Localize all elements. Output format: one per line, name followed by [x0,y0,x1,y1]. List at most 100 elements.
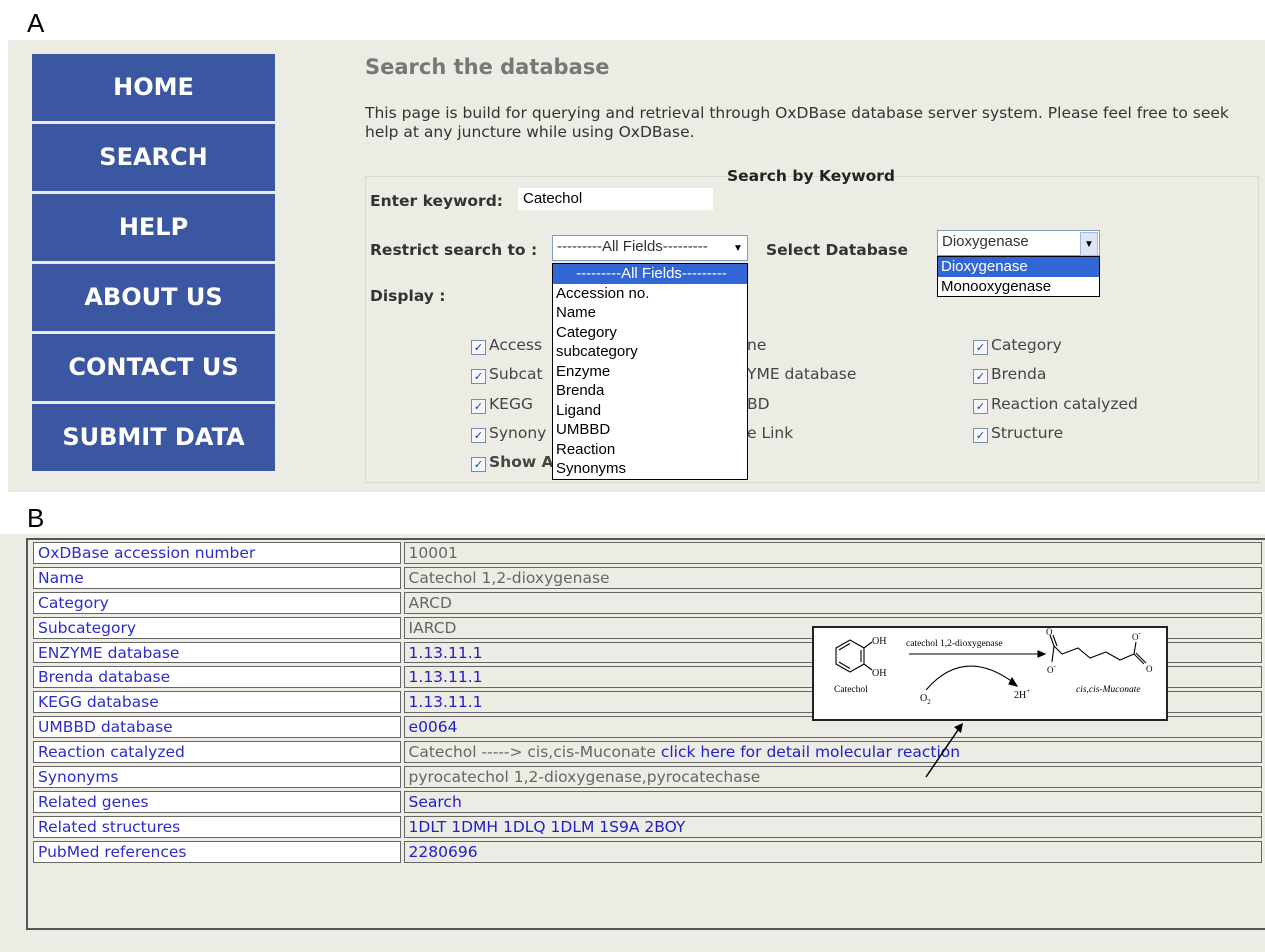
checkbox-synonyms[interactable]: ✓ Synony [471,424,546,443]
value-link[interactable]: 2280696 [409,843,478,861]
dropdown-option[interactable]: Monooxygenase [938,277,1099,297]
page-title: Search the database [365,55,610,79]
checkbox-kegg[interactable]: ✓ KEGG [471,395,533,414]
dropdown-option[interactable]: Reaction [553,440,747,460]
checkbox-show-all[interactable]: ✓ Show A [471,453,554,472]
database-select-value: Dioxygenase [942,233,1029,250]
dropdown-option[interactable]: ---------All Fields--------- [553,264,747,284]
database-dropdown-list: Dioxygenase Monooxygenase [937,256,1100,297]
carbonyl-o-label-1: O [1046,628,1053,637]
checkbox-label: KEGG [489,395,533,413]
field-value: Catechol 1,2-dioxygenase [403,566,1262,589]
dropdown-option[interactable]: Dioxygenase [938,257,1099,277]
dropdown-option[interactable]: Enzyme [553,362,747,382]
hydroxyl-label-1: OH [872,636,886,647]
checkbox-label: Reaction catalyzed [991,395,1138,413]
field-name[interactable]: PubMed references [33,840,401,863]
field-value: 10001 [403,542,1262,564]
search-page-panel: HOME SEARCH HELP ABOUT US CONTACT US SUB… [8,40,1265,492]
nav-help-button[interactable]: HELP [32,194,275,261]
chevron-down-icon[interactable]: ▼ [730,237,746,259]
panel-label-a: A [27,8,45,38]
database-select[interactable]: Dioxygenase ▼ [937,230,1100,256]
enzyme-label: catechol 1,2-dioxygenase [906,639,1003,649]
record-panel: OxDBase accession number 10001 Name Catecho… [0,534,1265,952]
field-name[interactable]: UMBBD database [33,716,401,739]
dropdown-option[interactable]: Category [553,323,747,343]
value-link[interactable]: 1.13.11.1 [409,693,483,711]
intro-text: This page is build for querying and retr… [365,104,1229,141]
field-name[interactable]: Synonyms [33,766,401,788]
oxygen-label: O2 [920,693,931,706]
dropdown-option[interactable]: UMBBD [553,420,747,440]
reaction-diagram: OH OH Catechol catechol 1,2-dioxygenase … [812,626,1168,721]
field-value: pyrocatechol 1,2-dioxygenase,pyrocatecha… [403,766,1262,788]
field-name[interactable]: Name [33,566,401,589]
checkbox-subcategory[interactable]: ✓ Subcat [471,365,543,384]
value-link[interactable]: 1DLT 1DMH 1DLQ 1DLM 1S9A 2BOY [409,818,686,836]
field-name[interactable]: Related genes [33,790,401,813]
table-row: Related genes Search [33,790,1262,813]
dropdown-option[interactable]: subcategory [553,342,747,362]
checkbox-label: Show A [489,453,554,471]
nav-contact-button[interactable]: CONTACT US [32,334,275,401]
check-icon: ✓ [471,457,486,472]
value-text: pyrocatechol 1,2-dioxygenase,pyrocatecha… [408,767,761,786]
checkbox-brenda[interactable]: ✓ Brenda [973,365,1046,384]
nav-submit-data-button[interactable]: SUBMIT DATA [32,404,275,471]
reaction-detail-link[interactable]: click here for detail molecular reaction [661,743,960,761]
checkbox-label: Access [489,336,543,354]
field-name[interactable]: ENZYME database [33,641,401,664]
nav-about-button[interactable]: ABOUT US [32,264,275,331]
database-label: Select Database [766,241,908,259]
field-value[interactable]: 1DLT 1DMH 1DLQ 1DLM 1S9A 2BOY [403,815,1262,838]
field-name[interactable]: KEGG database [33,691,401,714]
reaction-text: Catechol -----> cis,cis-Muconate [408,743,661,762]
dropdown-option[interactable]: Accession no. [553,284,747,304]
panel-label-b: B [27,503,45,533]
table-row: Reaction catalyzed Catechol -----> cis,ci… [33,741,1262,764]
nav-home-button[interactable]: HOME [32,54,275,121]
field-name[interactable]: Related structures [33,815,401,838]
check-icon: ✓ [471,399,486,414]
value-link[interactable]: 1.13.11.1 [409,644,483,662]
value-link[interactable]: Search [409,793,462,811]
check-icon: ✓ [973,428,988,443]
nav-search-button[interactable]: SEARCH [32,124,275,191]
keyword-label: Enter keyword: [370,192,503,210]
dropdown-option[interactable]: Brenda [553,381,747,401]
display-label: Display : [370,287,446,305]
dropdown-option[interactable]: Synonyms [553,459,747,479]
check-icon: ✓ [471,428,486,443]
pointer-arrow-icon [925,723,963,778]
field-value[interactable]: Search [403,790,1262,813]
checkbox-reaction[interactable]: ✓ Reaction catalyzed [973,395,1138,414]
chevron-down-icon[interactable]: ▼ [1080,232,1098,256]
carbonyl-o-label-2: O [1146,664,1153,674]
search-legend: Search by Keyword [726,167,896,185]
table-row: Category ARCD [33,591,1262,614]
checkbox-label: Synony [489,424,547,442]
value-text: IARCD [408,618,457,637]
field-name[interactable]: OxDBase accession number [33,542,401,564]
value-link[interactable]: 1.13.11.1 [409,668,483,686]
restrict-select[interactable]: ---------All Fields--------- ▼ [552,235,748,261]
checkbox-structure[interactable]: ✓ Structure [973,424,1063,443]
field-name[interactable]: Category [33,591,401,614]
dropdown-option[interactable]: Name [553,303,747,323]
dropdown-option[interactable]: Ligand [553,401,747,421]
checkbox-label: Subcat [489,365,543,383]
checkbox-category[interactable]: ✓ Category [973,336,1062,355]
reaction-svg: OH OH Catechol catechol 1,2-dioxygenase … [834,628,1153,706]
field-value[interactable]: 2280696 [403,840,1262,863]
table-row: PubMed references 2280696 [33,840,1262,863]
checkbox-label: Category [991,336,1062,354]
field-name[interactable]: Brenda database [33,666,401,689]
value-link[interactable]: e0064 [409,718,458,736]
keyword-input[interactable] [518,188,713,210]
field-name[interactable]: Subcategory [33,616,401,639]
checkbox-umbbd-label: BD [747,395,770,413]
field-name[interactable]: Reaction catalyzed [33,741,401,764]
checkbox-accession[interactable]: ✓ Access [471,336,542,355]
value-text: Catechol 1,2-dioxygenase [408,568,610,587]
